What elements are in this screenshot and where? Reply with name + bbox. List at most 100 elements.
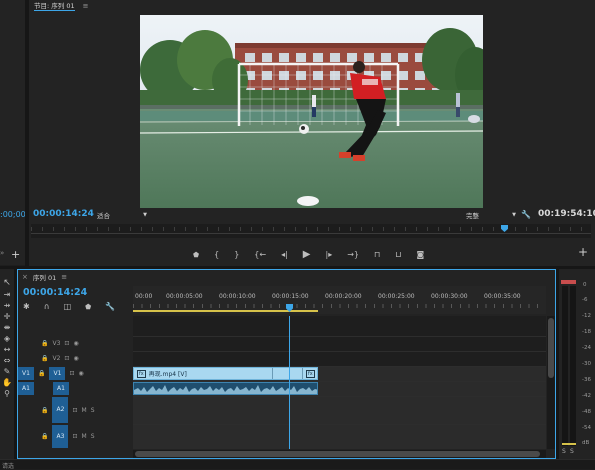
video-clip-label: 再现.mp4 [V]	[148, 371, 187, 378]
scrub-track	[31, 233, 591, 234]
timeline-horizontal-scrollbar[interactable]	[133, 450, 546, 458]
close-icon[interactable]: ×	[22, 273, 28, 281]
go-to-in-icon[interactable]: {←	[254, 251, 266, 259]
camera-icon[interactable]: ◙	[417, 251, 425, 259]
track-label[interactable]: V3	[52, 340, 60, 347]
solo-left-button[interactable]: S	[562, 448, 566, 455]
solo-button[interactable]: S	[91, 433, 95, 440]
mute-button[interactable]: M	[82, 407, 87, 414]
scroll-thumb[interactable]	[135, 451, 540, 457]
play-icon[interactable]: ▶	[303, 250, 311, 260]
ripple-edit-icon[interactable]: ⇸	[4, 302, 11, 310]
source-patch-v1[interactable]: V1	[18, 367, 34, 380]
track-row-v2	[133, 351, 546, 366]
hamburger-icon[interactable]: ≡	[83, 2, 89, 10]
toggle-sync-icon[interactable]: ⊡	[72, 407, 77, 414]
meter-label: 0	[583, 282, 587, 288]
fit-dropdown[interactable]: 适合 ▼	[97, 210, 147, 220]
extract-icon[interactable]: ⊔	[395, 251, 401, 259]
slide-tool-icon[interactable]: ⇔	[4, 357, 11, 365]
track-select-icon[interactable]: ⇥	[4, 291, 11, 299]
hand-tool-icon[interactable]: ✋	[2, 379, 12, 387]
marker-icon[interactable]: ⬟	[193, 251, 199, 259]
program-monitor: 节目: 序列 01 ≡ 00:00:14:24 适合 ▼ 完整 ▼ 🔧 00:1…	[29, 0, 595, 266]
lock-icon[interactable]: 🔒	[41, 407, 48, 414]
audio-waveform	[134, 385, 317, 394]
clip-edit-line	[272, 368, 273, 379]
timeline-panel: × 序列 01 ≡ 00:00:14:24 ✱ ∩ ◫ ⬟ 🔧 00:00 00…	[17, 269, 556, 459]
pen-tool-icon[interactable]: ✎	[4, 368, 11, 376]
rate-stretch-icon[interactable]: ⇼	[4, 324, 11, 332]
track-area: fx 再现.mp4 [V] fx	[133, 316, 546, 449]
toggle-sync-icon[interactable]: ⊡	[69, 370, 74, 377]
lock-icon[interactable]: 🔒	[38, 370, 45, 377]
track-target-a2[interactable]: A2	[52, 397, 69, 423]
program-add-button[interactable]: +	[578, 245, 588, 259]
rolling-edit-icon[interactable]: ✛	[4, 313, 11, 321]
snap-icon[interactable]: ∩	[44, 303, 50, 311]
ruler-label: 00:00:15:00	[272, 293, 309, 300]
video-clip[interactable]: fx 再现.mp4 [V] fx	[133, 367, 318, 380]
fx-badge: fx	[137, 369, 146, 378]
step-forward-icon[interactable]: |▸	[326, 251, 333, 259]
audio-meter-panel: 0 -6 -12 -18 -24 -30 -36 -42 -48 -54 dB …	[559, 269, 595, 459]
toggle-sync-icon[interactable]: ⊡	[64, 355, 69, 362]
timeline-ruler[interactable]: 00:00 00:00:05:00 00:00:10:00 00:00:15:0…	[133, 286, 546, 314]
track-target-a3[interactable]: A3	[52, 425, 69, 448]
source-timecode: :00;00	[0, 210, 26, 219]
fx-badge: fx	[306, 369, 315, 378]
solo-right-button[interactable]: S	[570, 448, 574, 455]
nest-icon[interactable]: ✱	[23, 303, 30, 311]
slip-tool-icon[interactable]: ↔	[4, 346, 11, 354]
clip-edit-line	[302, 368, 303, 379]
lift-icon[interactable]: ⊓	[374, 251, 380, 259]
quality-dropdown[interactable]: 完整 ▼	[466, 210, 516, 220]
linked-selection-icon[interactable]: ◫	[64, 303, 72, 311]
scroll-thumb[interactable]	[548, 318, 554, 378]
hamburger-icon[interactable]: ≡	[61, 273, 67, 281]
tools-panel: ↖ ⇥ ⇸ ✛ ⇼ ◈ ↔ ⇔ ✎ ✋ ⚲	[0, 269, 14, 459]
meter-bar	[570, 286, 576, 446]
eye-icon[interactable]: ◉	[79, 370, 84, 377]
toggle-sync-icon[interactable]: ⊡	[72, 433, 77, 440]
toggle-sync-icon[interactable]: ⊡	[64, 340, 69, 347]
wrench-icon[interactable]: 🔧	[105, 303, 115, 311]
wrench-icon[interactable]: 🔧	[521, 210, 531, 219]
audio-clip[interactable]	[133, 382, 318, 395]
transport-controls: ⬟ { } {← ◂| ▶ |▸ →} ⊓ ⊔ ◙	[193, 248, 424, 262]
track-header-a3: 🔒 A3 ⊡ M S	[18, 424, 133, 449]
source-patch-a1[interactable]: A1	[18, 382, 34, 395]
timeline-tab[interactable]: × 序列 01 ≡	[22, 272, 67, 282]
lock-icon[interactable]: 🔒	[41, 340, 48, 347]
mute-button[interactable]: M	[82, 433, 87, 440]
track-row-v3	[133, 336, 546, 351]
go-to-out-icon[interactable]: →}	[347, 251, 359, 259]
lock-icon[interactable]: 🔒	[41, 433, 48, 440]
source-add-button[interactable]: +	[11, 248, 20, 261]
zoom-tool-icon[interactable]: ⚲	[4, 390, 10, 398]
track-label[interactable]: V2	[52, 355, 60, 362]
track-target-v1[interactable]: V1	[49, 367, 66, 380]
lock-icon[interactable]: 🔒	[41, 355, 48, 362]
program-scrub-bar[interactable]	[31, 224, 591, 238]
program-timecode-current[interactable]: 00:00:14:24	[33, 209, 94, 219]
in-point-icon[interactable]: {	[214, 251, 219, 259]
out-point-icon[interactable]: }	[234, 251, 239, 259]
timeline-tools-row: ✱ ∩ ◫ ⬟ 🔧	[23, 302, 115, 312]
eye-icon[interactable]: ◉	[73, 340, 78, 347]
razor-icon[interactable]: ◈	[4, 335, 10, 343]
meter-label: -12	[582, 313, 591, 319]
timeline-timecode[interactable]: 00:00:14:24	[23, 287, 87, 298]
add-marker-icon[interactable]: ⬟	[85, 303, 91, 311]
track-target-a1[interactable]: A1	[53, 382, 69, 395]
timeline-vertical-scrollbar[interactable]	[547, 316, 555, 449]
selection-tool-icon[interactable]: ↖	[3, 279, 11, 288]
quality-dropdown-label: 完整	[466, 212, 479, 220]
meter-bar	[562, 286, 568, 446]
source-arrows[interactable]: »	[0, 249, 4, 257]
track-header-a1: A1 A1	[18, 381, 133, 396]
step-back-icon[interactable]: ◂|	[281, 251, 288, 259]
solo-button[interactable]: S	[91, 407, 95, 414]
eye-icon[interactable]: ◉	[73, 355, 78, 362]
program-monitor-title[interactable]: 节目: 序列 01	[34, 0, 75, 11]
